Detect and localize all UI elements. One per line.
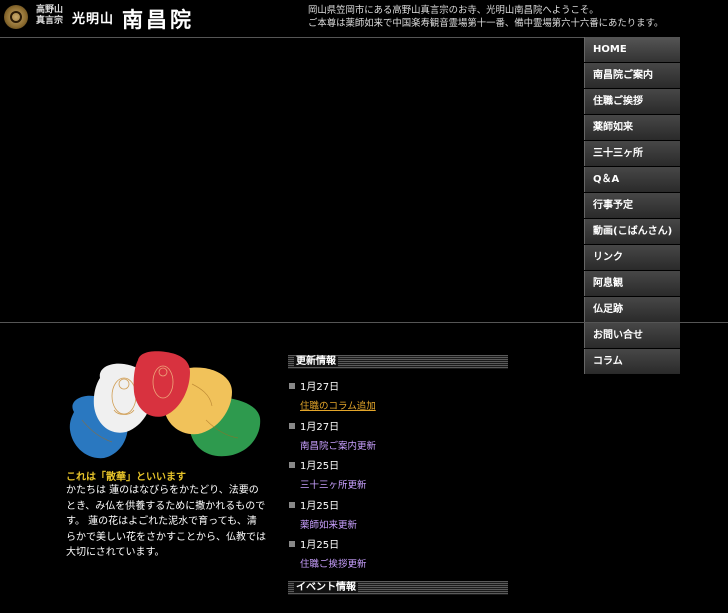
nav-item-33-places[interactable]: 三十三ヶ所	[584, 141, 680, 166]
bullet-icon	[289, 461, 295, 468]
bullet-icon	[289, 501, 295, 508]
nav-item-temple-guide[interactable]: 南昌院ご案内	[584, 63, 680, 88]
bullet-icon	[289, 422, 295, 429]
nav-item-links[interactable]: リンク	[584, 245, 680, 270]
news-link[interactable]: 南昌院ご案内更新	[300, 438, 376, 452]
news-item: 1月27日 住職のコラム追加	[289, 378, 376, 412]
news-item: 1月27日 南昌院ご案内更新	[289, 418, 376, 452]
sect-line-1: 高野山	[36, 5, 64, 15]
events-heading-label: イベント情報	[294, 582, 358, 593]
nav-item-qa[interactable]: Q＆A	[584, 167, 680, 192]
sect-label: 高野山 真言宗	[36, 5, 63, 27]
site-logo[interactable]: 光明山 南昌院	[72, 4, 194, 34]
nav-item-column[interactable]: コラム	[584, 349, 680, 374]
news-link[interactable]: 住職のコラム追加	[300, 398, 376, 412]
news-section-heading: 更新情報	[288, 355, 508, 369]
news-date: 1月25日	[300, 501, 340, 512]
news-date: 1月27日	[300, 422, 340, 433]
sange-description: かたちは 蓮のはなびらをかたどり、法要のとき、み仏を供養するために撒かれるもので…	[66, 485, 266, 558]
temple-crest-icon[interactable]	[4, 5, 28, 29]
sange-title: これは「散華」といいます	[66, 472, 186, 483]
nav-item-asokukan[interactable]: 阿息観	[584, 271, 680, 296]
nav-item-bussokuseki[interactable]: 仏足跡	[584, 297, 680, 322]
news-item: 1月25日 住職ご挨拶更新	[289, 536, 367, 570]
nav-item-video[interactable]: 動画(こばんさん)	[584, 219, 680, 244]
bullet-icon	[289, 382, 295, 389]
nav-item-yakushi[interactable]: 薬師如来	[584, 115, 680, 140]
mountain-name: 光明山	[72, 12, 115, 27]
news-item: 1月25日 薬師如来更新	[289, 497, 357, 531]
welcome-line-1: 岡山県笠岡市にある高野山真言宗のお寺、光明山南昌院へようこそ。	[308, 5, 599, 16]
bullet-icon	[289, 540, 295, 547]
news-item: 1月25日 三十三ヶ所更新	[289, 457, 367, 491]
main-navigation: HOME 南昌院ご案内 住職ご挨拶 薬師如来 三十三ヶ所 Q＆A 行事予定 動画…	[584, 37, 680, 375]
site-header: 高野山 真言宗 光明山 南昌院 岡山県笠岡市にある高野山真言宗のお寺、光明山南昌院…	[0, 0, 728, 36]
temple-name: 南昌院	[122, 7, 195, 32]
news-link[interactable]: 三十三ヶ所更新	[300, 477, 367, 491]
welcome-line-2: ご本尊は薬師如来で中国楽寿観音霊場第十一番、備中霊場第六十六番にあたります。	[308, 17, 664, 29]
news-date: 1月25日	[300, 461, 340, 472]
news-date: 1月25日	[300, 540, 340, 551]
news-heading-label: 更新情報	[294, 356, 338, 367]
nav-item-contact[interactable]: お問い合せ	[584, 323, 680, 348]
sange-petals-image	[69, 351, 261, 459]
news-date: 1月27日	[300, 382, 340, 393]
nav-item-greeting[interactable]: 住職ご挨拶	[584, 89, 680, 114]
welcome-text: 岡山県笠岡市にある高野山真言宗のお寺、光明山南昌院へようこそ。 ご本尊は薬師如来…	[308, 5, 663, 30]
events-section-heading: イベント情報	[288, 581, 508, 595]
news-link[interactable]: 薬師如来更新	[300, 517, 357, 531]
hero-image-area	[0, 38, 584, 322]
nav-item-home[interactable]: HOME	[584, 37, 680, 62]
nav-item-events[interactable]: 行事予定	[584, 193, 680, 218]
sect-line-2: 真言宗	[36, 16, 64, 26]
news-link[interactable]: 住職ご挨拶更新	[300, 556, 367, 570]
